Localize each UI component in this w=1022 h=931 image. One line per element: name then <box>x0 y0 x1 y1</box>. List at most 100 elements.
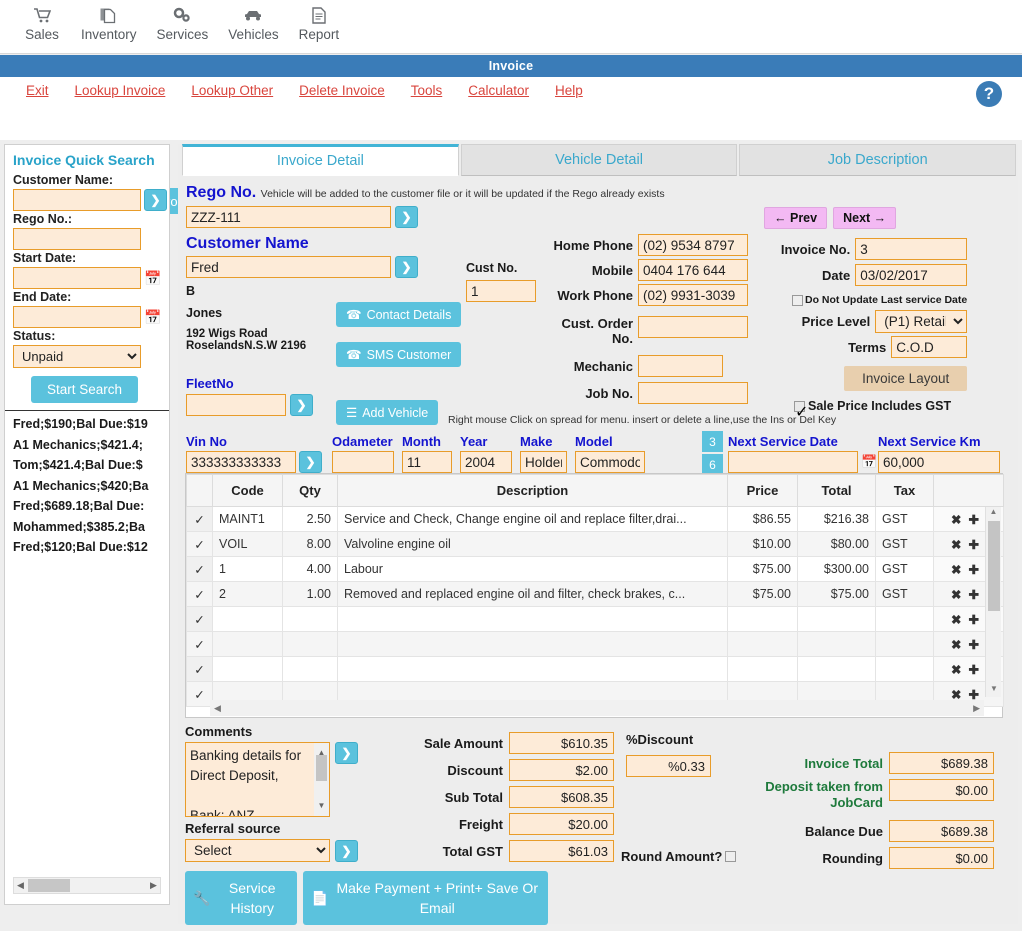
col-code[interactable]: Code <box>212 474 283 507</box>
start-search-button[interactable]: Start Search <box>31 376 139 403</box>
next-service-date-field[interactable] <box>728 451 858 473</box>
customer-name-go-button[interactable]: ❯ <box>144 189 167 211</box>
freight-field[interactable] <box>509 813 614 835</box>
menu-link-tools[interactable]: Tools <box>411 83 443 98</box>
table-row[interactable]: ✓ VOIL 8.00 Valvoline engine oil $10.00 … <box>186 531 1004 557</box>
mechanic-field[interactable] <box>638 355 723 377</box>
table-row[interactable]: ✓ ✖✚ <box>186 631 1004 657</box>
list-item[interactable]: Fred;$190;Bal Due:$19 <box>13 414 169 435</box>
nav-item-inventory[interactable]: Inventory <box>72 0 146 42</box>
terms-field[interactable] <box>891 336 968 358</box>
list-item[interactable]: Fred;$120;Bal Due:$12 <box>13 537 169 558</box>
row-check-icon[interactable]: ✓ <box>186 681 213 707</box>
list-item[interactable]: A1 Mechanics;$420;Ba <box>13 476 169 497</box>
vin-lookup-button[interactable]: ❯ <box>299 451 322 473</box>
referral-source-select[interactable]: Select <box>185 839 330 862</box>
row-check-icon[interactable]: ✓ <box>186 656 213 682</box>
total-gst-field[interactable] <box>509 840 614 862</box>
rego-no-field[interactable] <box>186 206 391 228</box>
customer-name-field[interactable] <box>186 256 391 278</box>
service-history-button[interactable]: 🔧 Service History <box>185 871 297 925</box>
nav-item-vehicles[interactable]: Vehicles <box>219 0 287 42</box>
col-description[interactable]: Description <box>337 474 728 507</box>
comments-textarea[interactable]: Banking details for Direct Deposit, Bank… <box>185 742 330 817</box>
row-check-icon[interactable]: ✓ <box>186 631 213 657</box>
customer-lookup-button[interactable]: ❯ <box>395 256 418 278</box>
month-field[interactable] <box>402 451 452 473</box>
row-check-icon[interactable]: ✓ <box>186 506 213 532</box>
col-price[interactable]: Price <box>727 474 798 507</box>
scroll-left-icon[interactable]: ◀ <box>214 703 221 714</box>
calendar-icon[interactable]: 📅 <box>144 270 161 287</box>
model-field[interactable] <box>575 451 645 473</box>
work-phone-field[interactable] <box>638 284 748 306</box>
next-invoice-button[interactable]: Next → <box>833 207 897 229</box>
next-service-km-field[interactable] <box>878 451 1000 473</box>
status-select[interactable]: Unpaid <box>13 345 141 368</box>
scroll-thumb[interactable] <box>988 521 1000 611</box>
home-phone-field[interactable] <box>638 234 748 256</box>
deposit-field[interactable] <box>889 779 994 801</box>
job-no-field[interactable] <box>638 382 748 404</box>
make-payment-button[interactable]: 📄 Make Payment + Print+ Save Or Email <box>303 871 548 925</box>
prev-invoice-button[interactable]: ← Prev <box>764 207 828 229</box>
calendar-icon[interactable]: 📅 <box>861 454 877 470</box>
menu-link-delete-invoice[interactable]: Delete Invoice <box>299 83 385 98</box>
rego-lookup-button[interactable]: ❯ <box>395 206 418 228</box>
rounding-field[interactable] <box>889 847 994 869</box>
calendar-icon[interactable]: 📅 <box>144 309 161 326</box>
round-amount-checkbox[interactable] <box>725 851 737 862</box>
grid-select-all[interactable] <box>186 474 213 507</box>
col-qty[interactable]: Qty <box>282 474 338 507</box>
scroll-thumb[interactable] <box>316 755 327 781</box>
sub-total-field[interactable] <box>509 786 614 808</box>
mobile-field[interactable] <box>638 259 748 281</box>
invoice-layout-button[interactable]: Invoice Layout <box>844 366 968 391</box>
col-total[interactable]: Total <box>797 474 876 507</box>
discount-pct-field[interactable] <box>626 755 711 777</box>
grid-vertical-scrollbar[interactable]: ▲ ▼ <box>985 507 1001 697</box>
price-level-select[interactable]: (P1) Retail <box>875 310 968 333</box>
cust-order-no-field[interactable] <box>638 316 748 338</box>
start-date-input[interactable] <box>13 267 141 289</box>
menu-link-help[interactable]: Help <box>555 83 583 98</box>
menu-link-lookup-invoice[interactable]: Lookup Invoice <box>75 83 166 98</box>
row-check-icon[interactable]: ✓ <box>186 581 213 607</box>
tab-invoice-detail[interactable]: Invoice Detail <box>182 144 459 176</box>
scroll-left-icon[interactable]: ◀ <box>14 880 27 891</box>
menu-link-calculator[interactable]: Calculator <box>468 83 529 98</box>
list-item[interactable]: A1 Mechanics;$421.4; <box>13 435 169 456</box>
service-badge-3[interactable]: 3 <box>702 431 723 452</box>
table-row[interactable]: ✓ ✖✚ <box>186 606 1004 632</box>
scroll-down-icon[interactable]: ▼ <box>986 684 1002 697</box>
nav-item-report[interactable]: Report <box>290 0 349 42</box>
vin-no-field[interactable] <box>186 451 296 473</box>
balance-due-field[interactable] <box>889 820 994 842</box>
scroll-right-icon[interactable]: ▶ <box>147 880 160 891</box>
help-icon[interactable]: ? <box>976 81 1002 107</box>
end-date-input[interactable] <box>13 306 141 328</box>
rego-no-input[interactable] <box>13 228 141 250</box>
row-check-icon[interactable]: ✓ <box>186 556 213 582</box>
table-row[interactable]: ✓ 1 4.00 Labour $75.00 $300.00 GST ✖✚ <box>186 556 1004 582</box>
date-field[interactable] <box>855 264 968 286</box>
fleetno-go-button[interactable]: ❯ <box>290 394 313 416</box>
nav-item-services[interactable]: Services <box>148 0 218 42</box>
sms-customer-button[interactable]: ☎ SMS Customer <box>336 342 462 367</box>
customer-name-input[interactable] <box>13 189 141 211</box>
scroll-right-icon[interactable]: ▶ <box>973 703 980 714</box>
odameter-field[interactable] <box>332 451 394 473</box>
fleetno-field[interactable] <box>186 394 286 416</box>
sale-amount-field[interactable] <box>509 732 614 754</box>
list-item[interactable]: Mohammed;$385.2;Ba <box>13 517 169 538</box>
cust-no-field[interactable] <box>466 280 536 302</box>
row-check-icon[interactable]: ✓ <box>186 606 213 632</box>
list-item[interactable]: Fred;$689.18;Bal Due: <box>13 496 169 517</box>
sidebar-horizontal-scrollbar[interactable]: ◀ ▶ <box>13 877 161 894</box>
nav-item-sales[interactable]: Sales <box>14 0 70 42</box>
menu-link-lookup-other[interactable]: Lookup Other <box>191 83 273 98</box>
scroll-down-icon[interactable]: ▼ <box>318 796 326 816</box>
scroll-up-icon[interactable]: ▲ <box>986 507 1001 520</box>
col-tax[interactable]: Tax <box>875 474 934 507</box>
table-row[interactable]: ✓ MAINT1 2.50 Service and Check, Change … <box>186 506 1004 532</box>
